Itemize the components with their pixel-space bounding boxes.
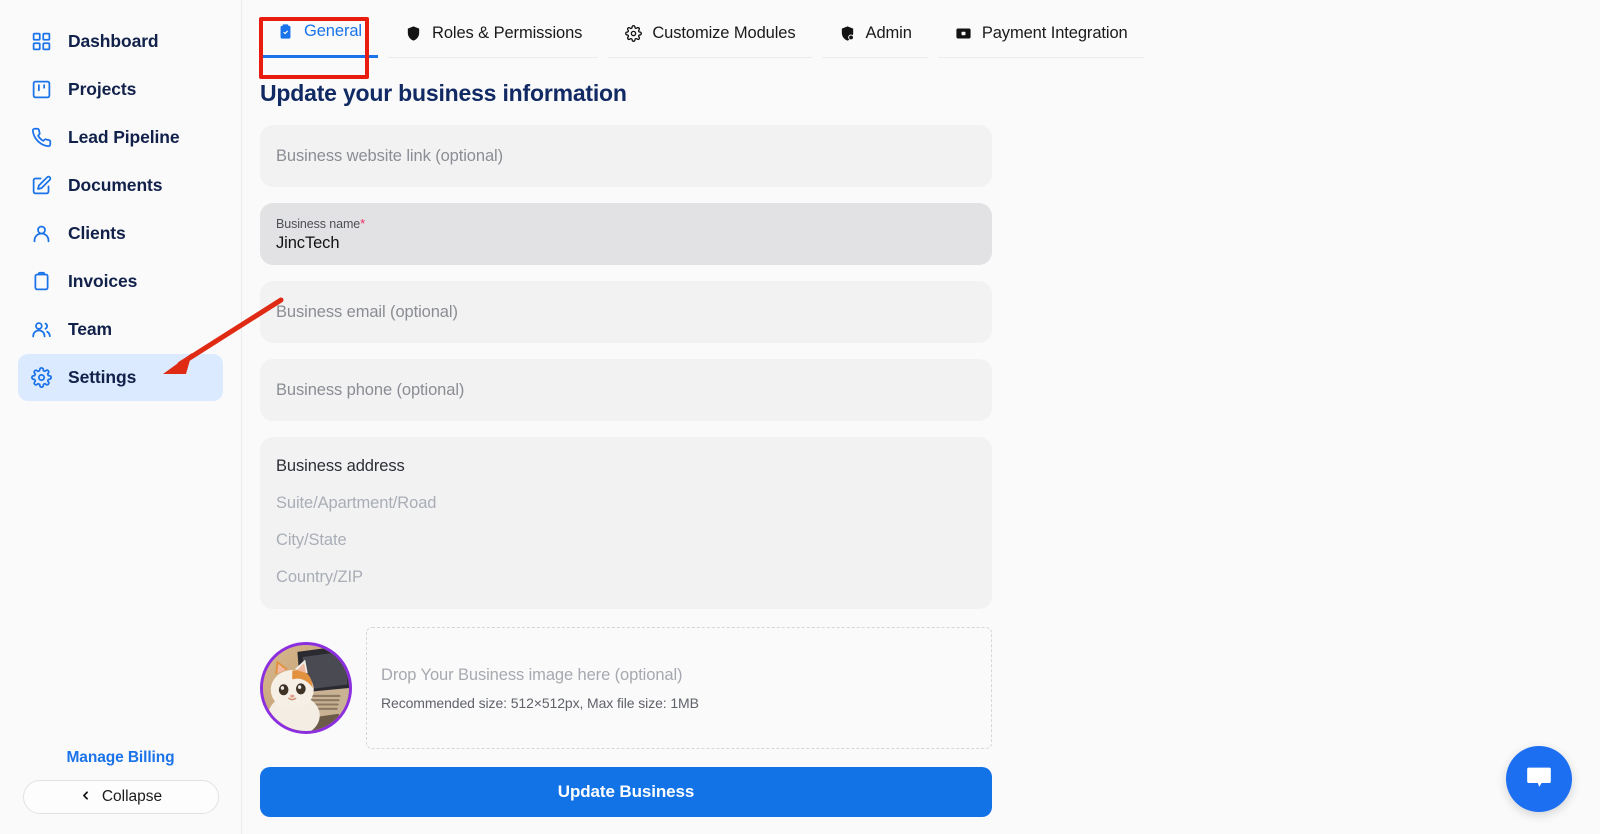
card-icon: [954, 24, 973, 43]
sidebar-item-settings[interactable]: Settings: [18, 354, 223, 401]
sidebar-nav: Dashboard Projects Lead Pipeline Documen…: [0, 0, 241, 401]
sidebar-item-clients[interactable]: Clients: [18, 210, 223, 257]
sidebar-item-team[interactable]: Team: [18, 306, 223, 353]
tab-label: Roles & Permissions: [432, 24, 583, 42]
business-email-field[interactable]: Business email (optional): [260, 281, 992, 343]
chat-bubble-icon: [1524, 762, 1554, 797]
dropzone-main-text: Drop Your Business image here (optional): [381, 665, 683, 684]
tab-admin[interactable]: Admin: [821, 24, 928, 58]
business-image-dropzone[interactable]: Drop Your Business image here (optional)…: [366, 627, 992, 749]
settings-tabs: General Roles & Permissions Customize Mo…: [242, 0, 1600, 58]
address-line1-input[interactable]: Suite/Apartment/Road: [276, 494, 976, 513]
address-line3-input[interactable]: Country/ZIP: [276, 568, 976, 587]
clipboard-check-icon: [276, 22, 295, 41]
sidebar-item-dashboard[interactable]: Dashboard: [18, 18, 223, 65]
sidebar-item-label: Projects: [68, 79, 137, 99]
chevron-left-icon: [79, 789, 92, 805]
business-phone-placeholder: Business phone (optional): [276, 380, 465, 399]
gear-icon: [624, 24, 643, 43]
business-phone-field[interactable]: Business phone (optional): [260, 359, 992, 421]
business-address-block: Business address Suite/Apartment/Road Ci…: [260, 437, 992, 609]
clipboard-icon: [30, 271, 52, 293]
required-marker: *: [360, 215, 366, 231]
collapse-label: Collapse: [101, 788, 163, 805]
page-title: Update your business information: [260, 80, 627, 106]
business-address-title: Business address: [276, 457, 405, 475]
collapse-sidebar-button[interactable]: Collapse: [22, 780, 219, 814]
business-name-field[interactable]: Business name* JincTech: [260, 203, 992, 265]
tab-customize-modules[interactable]: Customize Modules: [608, 24, 812, 58]
app-root: Dashboard Projects Lead Pipeline Documen…: [0, 0, 1600, 834]
main-content: General Roles & Permissions Customize Mo…: [242, 0, 1600, 834]
sidebar-item-lead-pipeline[interactable]: Lead Pipeline: [18, 114, 223, 161]
grid-icon: [30, 31, 52, 53]
tab-payment-integration[interactable]: Payment Integration: [937, 24, 1144, 58]
sidebar-item-label: Dashboard: [68, 31, 159, 51]
sidebar: Dashboard Projects Lead Pipeline Documen…: [0, 0, 242, 834]
sidebar-item-invoices[interactable]: Invoices: [18, 258, 223, 305]
business-image-upload-row: Drop Your Business image here (optional)…: [260, 627, 992, 749]
business-information-form: Business website link (optional) Busines…: [260, 125, 992, 817]
tab-general[interactable]: General: [260, 22, 379, 58]
shield-user-icon: [838, 24, 857, 43]
dropzone-sub-text: Recommended size: 512×512px, Max file si…: [381, 694, 699, 711]
sidebar-item-label: Invoices: [68, 271, 138, 291]
sidebar-item-label: Clients: [68, 223, 126, 243]
users-icon: [30, 319, 52, 341]
sidebar-item-label: Lead Pipeline: [68, 127, 180, 147]
business-name-label: Business name*: [276, 215, 366, 231]
tab-label: Admin: [865, 24, 912, 42]
sidebar-item-projects[interactable]: Projects: [18, 66, 223, 113]
chat-support-button[interactable]: [1506, 746, 1572, 812]
business-email-placeholder: Business email (optional): [276, 302, 458, 321]
sidebar-footer: Manage Billing Collapse: [0, 749, 241, 814]
user-icon: [30, 223, 52, 245]
avatar[interactable]: [260, 642, 352, 734]
tab-label: General: [304, 22, 363, 40]
kanban-board-icon: [30, 79, 52, 101]
business-website-field[interactable]: Business website link (optional): [260, 125, 992, 187]
business-name-value: JincTech: [276, 233, 340, 252]
update-business-button[interactable]: Update Business: [260, 767, 992, 817]
shield-icon: [404, 24, 423, 43]
sidebar-item-label: Team: [68, 319, 113, 339]
tab-roles-permissions[interactable]: Roles & Permissions: [388, 24, 599, 58]
edit-document-icon: [30, 175, 52, 197]
address-line2-input[interactable]: City/State: [276, 531, 976, 550]
sidebar-item-documents[interactable]: Documents: [18, 162, 223, 209]
manage-billing-link[interactable]: Manage Billing: [67, 749, 175, 767]
cat-laptop-photo: [263, 645, 349, 731]
tab-label: Customize Modules: [652, 24, 796, 42]
sidebar-item-label: Documents: [68, 175, 163, 195]
tab-label: Payment Integration: [981, 24, 1128, 42]
phone-icon: [30, 127, 52, 149]
gear-icon: [30, 367, 52, 389]
business-website-placeholder: Business website link (optional): [276, 146, 503, 165]
sidebar-item-label: Settings: [68, 367, 137, 387]
